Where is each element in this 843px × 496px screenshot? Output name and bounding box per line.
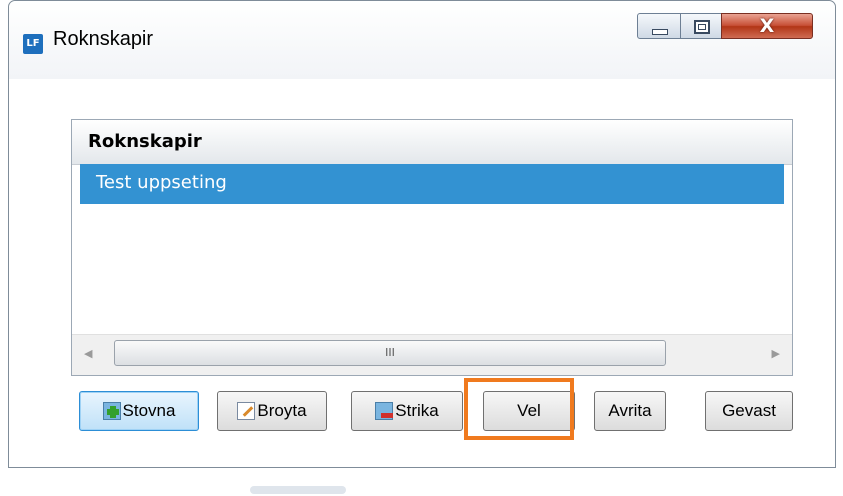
cancel-button[interactable]: Avrita: [594, 391, 666, 431]
minimize-icon: [652, 29, 668, 35]
exit-button[interactable]: Gevast: [705, 391, 793, 431]
scroll-left-icon[interactable]: ◀: [84, 347, 92, 360]
edit-icon: [237, 402, 256, 420]
app-logo-icon: LF: [23, 34, 43, 54]
maximize-icon: [694, 20, 710, 34]
column-header-roknskapir[interactable]: Roknskapir: [72, 120, 792, 165]
window-title: Roknskapir: [53, 28, 154, 50]
minimize-button[interactable]: [637, 13, 681, 39]
delete-button-label: Strika: [395, 401, 439, 420]
edit-button[interactable]: Broyta: [217, 391, 327, 431]
list-item[interactable]: Test uppseting: [80, 164, 784, 204]
add-button[interactable]: Stovna: [79, 391, 199, 431]
roknskapir-list[interactable]: Roknskapir Test uppseting ◀ III ▶: [71, 119, 793, 376]
select-button-highlight: [464, 378, 574, 440]
taskbar-fragment: [250, 486, 346, 494]
maximize-button[interactable]: [680, 13, 722, 39]
cancel-button-label: Avrita: [608, 401, 652, 420]
close-icon: X: [759, 15, 775, 37]
scrollbar-thumb[interactable]: III: [114, 340, 666, 366]
delete-button[interactable]: Strika: [351, 391, 463, 431]
close-button[interactable]: X: [721, 13, 813, 39]
roknskapir-window: LF Roknskapir X Roknskapir Test uppsetin…: [8, 0, 836, 468]
edit-button-label: Broyta: [257, 401, 307, 420]
horizontal-scrollbar[interactable]: ◀ III ▶: [72, 334, 792, 375]
scroll-right-icon[interactable]: ▶: [772, 347, 780, 360]
title-bar[interactable]: LF Roknskapir X: [9, 1, 835, 79]
delete-icon: [375, 402, 394, 420]
add-icon: [102, 402, 121, 420]
exit-button-label: Gevast: [722, 401, 776, 420]
add-button-label: Stovna: [122, 401, 176, 420]
